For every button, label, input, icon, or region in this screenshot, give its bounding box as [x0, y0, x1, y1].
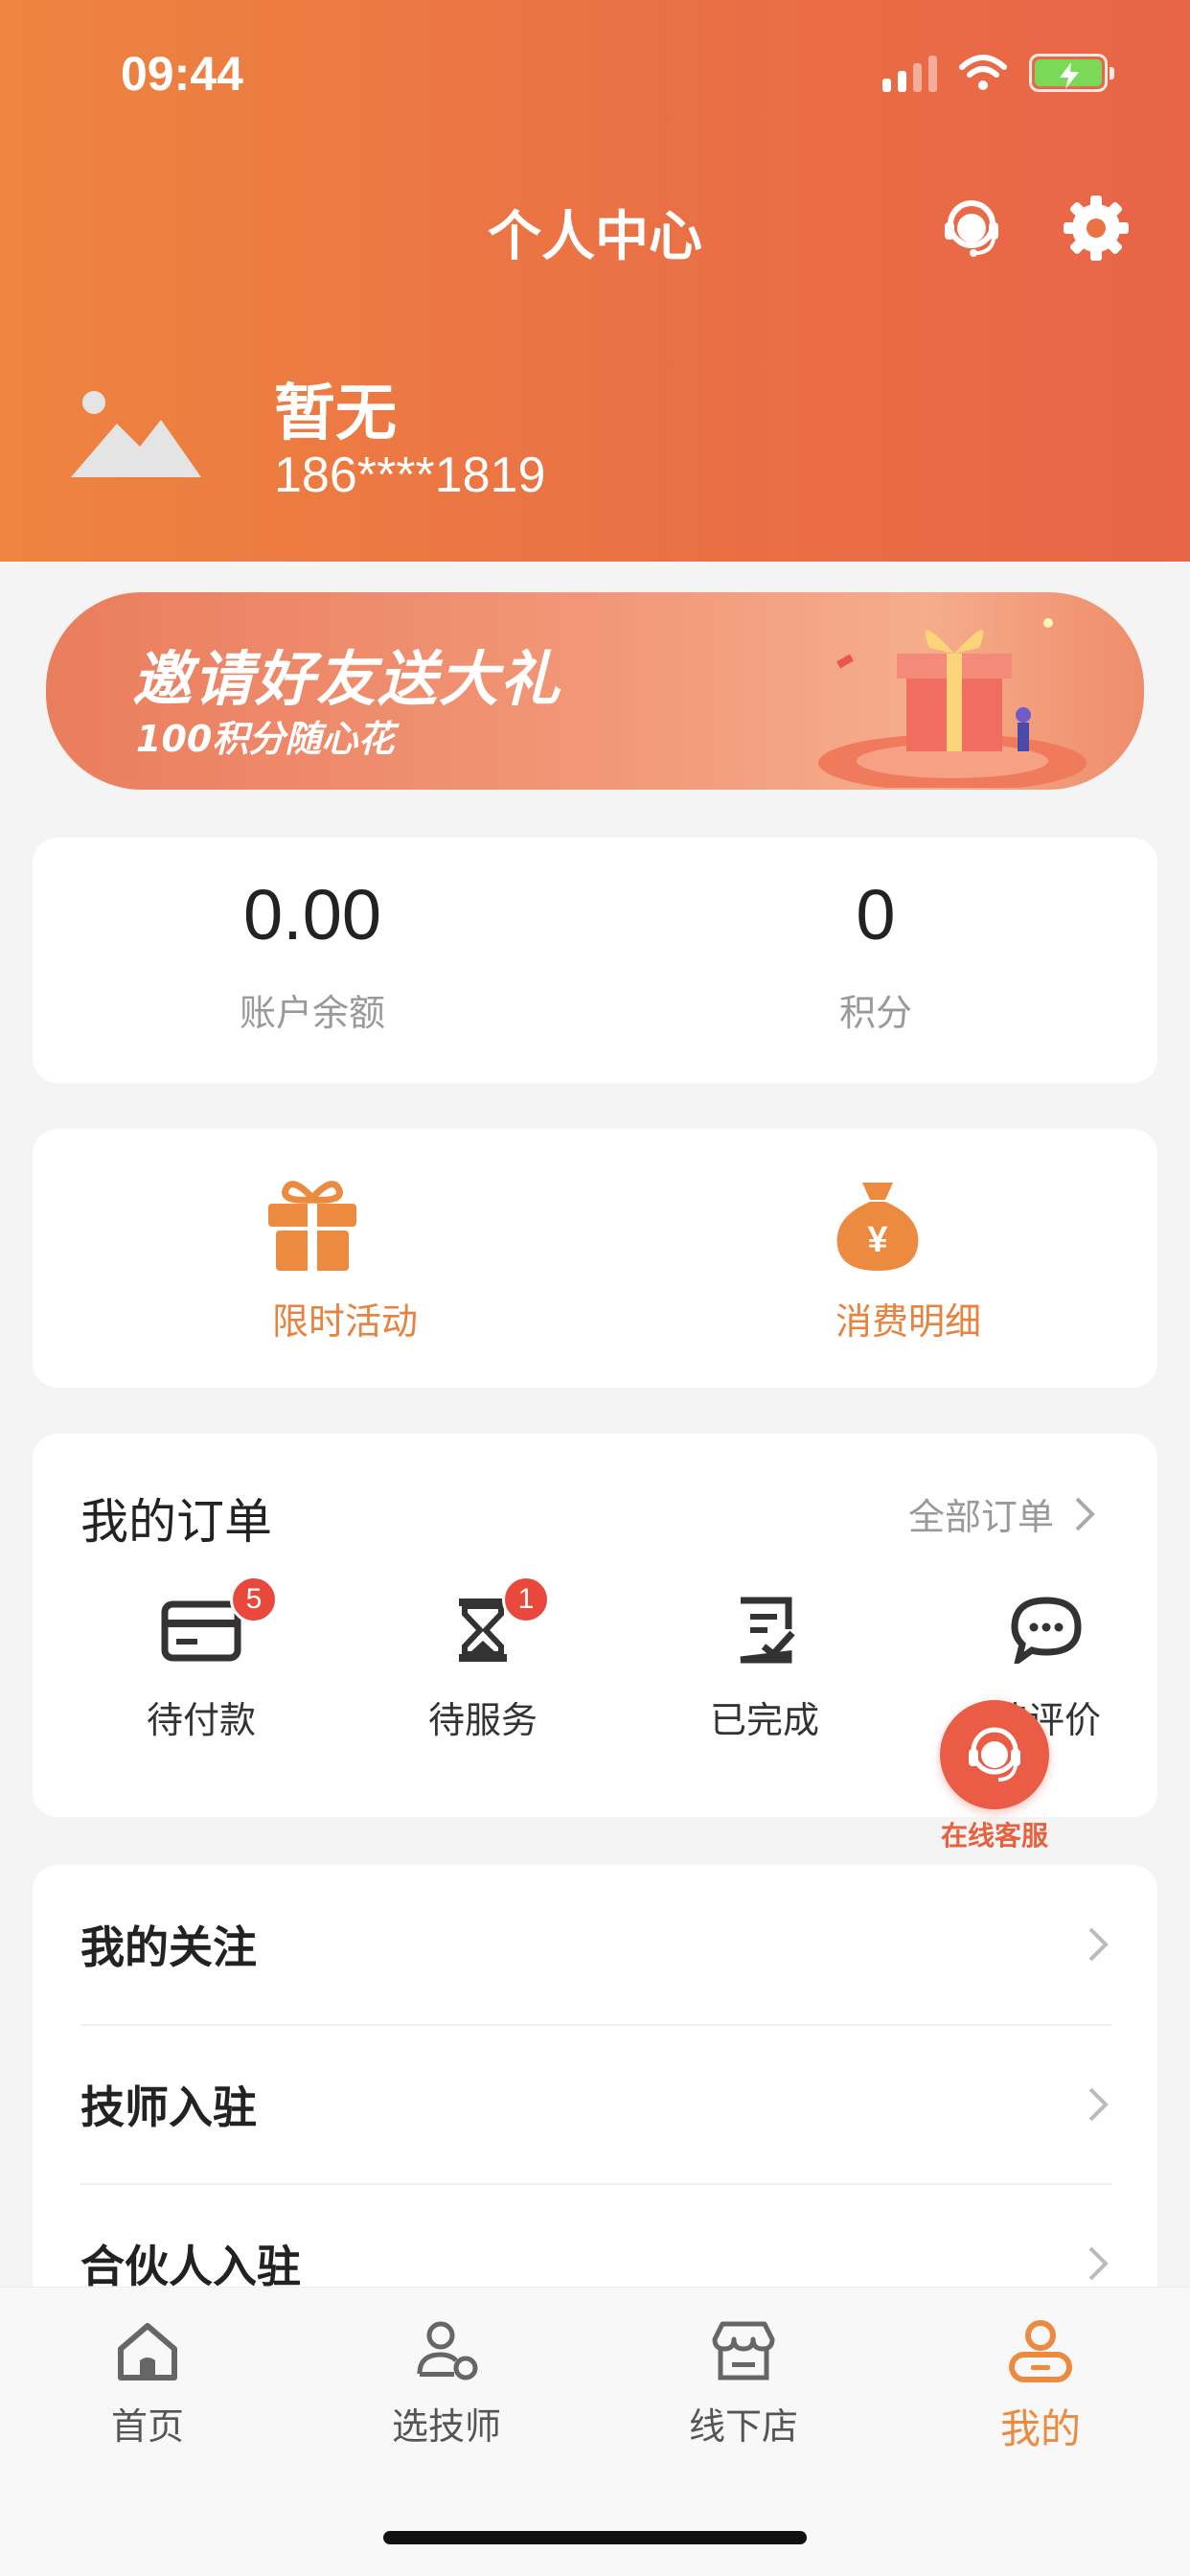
balance-label: 账户余额 [239, 992, 385, 1034]
pending-service-badge: 1 [502, 1576, 550, 1623]
gift-icon [268, 1181, 356, 1271]
tab-label: 线下店 [688, 2405, 798, 2448]
banner-title: 邀请好友送大礼 [132, 644, 562, 714]
wifi-icon [959, 55, 1007, 90]
spending-details-label: 消费明细 [835, 1300, 981, 1343]
avatar[interactable] [67, 381, 205, 487]
points-label: 积分 [838, 992, 912, 1034]
signal-icon [882, 54, 937, 92]
profile-name: 暂无 [274, 379, 397, 449]
menu-list: 我的关注 技师入驻 合伙人入驻 [33, 1865, 1157, 2287]
money-bag-icon: ¥ [836, 1183, 919, 1271]
svg-text:¥: ¥ [867, 1220, 887, 1260]
page-title: 个人中心 [488, 206, 702, 268]
tab-label: 首页 [110, 2405, 184, 2448]
tab-label: 选技师 [391, 2405, 501, 2448]
chevron-right-icon [1088, 2246, 1109, 2281]
tab-offline-store[interactable]: 线下店 [629, 2316, 858, 2450]
home-icon [118, 2323, 177, 2380]
chevron-right-icon [1088, 2087, 1109, 2122]
profile-icon [1009, 2320, 1072, 2382]
order-label: 待服务 [427, 1699, 538, 1741]
menu-item-label: 我的关注 [80, 1921, 257, 1973]
online-service-button[interactable]: 在线客服 [937, 1700, 1052, 1853]
all-orders-link[interactable]: 全部订单 [908, 1487, 1098, 1540]
order-pending-payment[interactable]: 5 待付款 [77, 1576, 326, 1743]
home-indicator [383, 2531, 807, 2544]
menu-item-label: 技师入驻 [80, 2082, 257, 2133]
order-label: 已完成 [709, 1699, 819, 1741]
chevron-right-icon [1088, 1927, 1109, 1962]
headset-icon [969, 1727, 1020, 1782]
technician-icon [417, 2321, 478, 2380]
menu-item-label: 合伙人入驻 [80, 2241, 301, 2287]
all-orders-label: 全部订单 [907, 1496, 1054, 1538]
balance-value[interactable]: 0.00 [121, 874, 504, 955]
stats-card: 0.00 账户余额 0 积分 [33, 838, 1157, 1083]
battery-icon [1029, 54, 1114, 92]
header: 09:44 个人中心 暂无 186****1819 [0, 0, 1190, 562]
quick-actions-card: 限时活动 ¥ 消费明细 [33, 1129, 1157, 1388]
checklist-icon [740, 1597, 795, 1664]
gear-icon[interactable] [1062, 194, 1131, 263]
store-icon [712, 2321, 775, 2380]
headset-icon[interactable] [937, 194, 1006, 263]
gift-illustration [818, 618, 1087, 788]
chat-icon [1011, 1597, 1082, 1664]
points-value[interactable]: 0 [684, 874, 1067, 955]
tab-technicians[interactable]: 选技师 [332, 2316, 561, 2450]
card-icon [161, 1600, 241, 1662]
pending-payment-badge: 5 [230, 1576, 278, 1623]
menu-item-partner-join[interactable]: 合伙人入驻 [80, 2183, 1111, 2287]
chevron-right-icon [1075, 1497, 1095, 1530]
banner-subtitle: 100积分随心花 [136, 718, 395, 760]
tab-mine[interactable]: 我的 [926, 2316, 1156, 2455]
tab-home[interactable]: 首页 [33, 2316, 263, 2450]
menu-item-technician-join[interactable]: 技师入驻 [80, 2024, 1111, 2183]
online-service-label: 在线客服 [940, 1820, 1048, 1852]
menu-item-my-follows[interactable]: 我的关注 [80, 1865, 1111, 2024]
tab-label: 我的 [999, 2405, 1081, 2452]
invite-banner[interactable]: 邀请好友送大礼 100积分随心花 [46, 592, 1144, 790]
order-completed[interactable]: 已完成 [640, 1597, 889, 1743]
order-pending-service[interactable]: 1 待服务 [358, 1576, 607, 1743]
tab-bar: 首页 选技师 线下店 我的 [0, 2287, 1190, 2576]
profile-phone: 186****1819 [274, 448, 546, 503]
status-icons [882, 54, 1114, 92]
order-label: 待付款 [146, 1699, 256, 1741]
orders-title: 我的订单 [80, 1494, 272, 1550]
limited-activity-label: 限时活动 [271, 1300, 418, 1343]
status-time: 09:44 [121, 47, 243, 101]
